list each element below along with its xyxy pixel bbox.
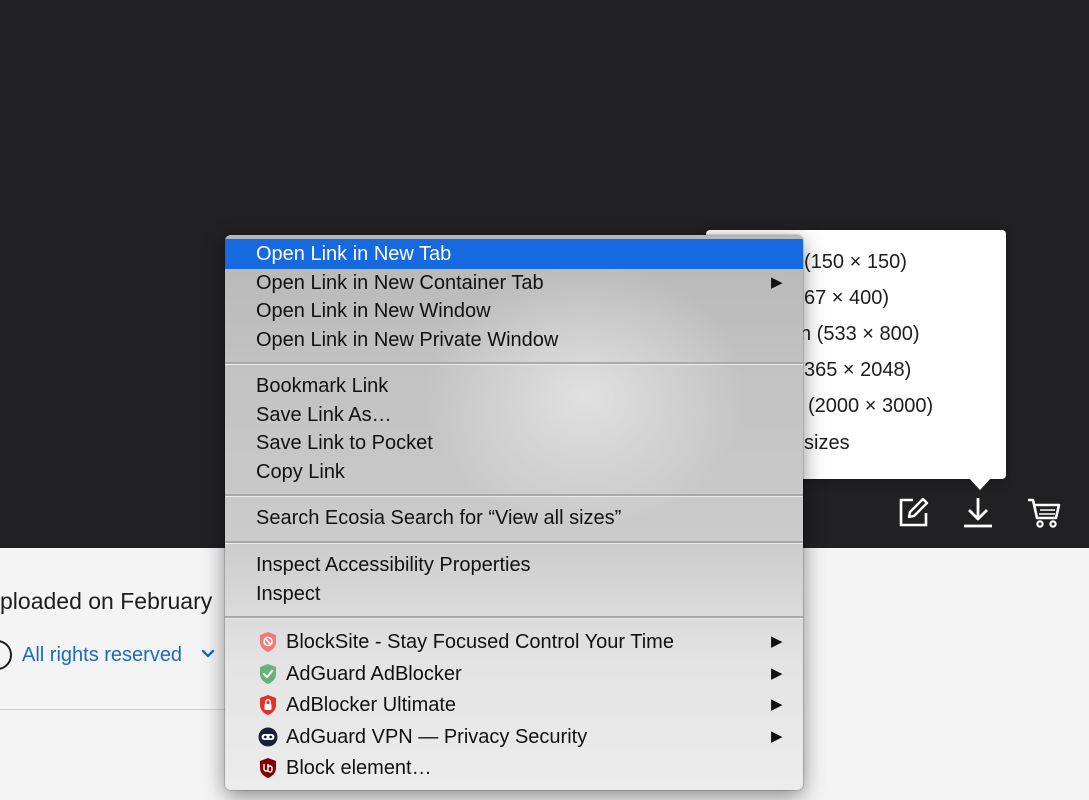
view-all-sizes-link[interactable]: sizes (804, 432, 850, 455)
menu-item-adguard-vpn[interactable]: AdGuard VPN — Privacy Security ▶ (225, 723, 803, 751)
menu-item-label: Open Link in New Window (256, 300, 491, 322)
submenu-arrow-icon: ▶ (771, 665, 783, 682)
size-option[interactable]: n (533 × 800) (800, 323, 920, 346)
menu-separator (225, 494, 803, 497)
divider (0, 709, 230, 710)
menu-item-open-container-tab[interactable]: Open Link in New Container Tab ▶ (225, 269, 803, 297)
menu-item-save-link-as[interactable]: Save Link As… (225, 401, 803, 429)
menu-item-label: BlockSite - Stay Focused Control Your Ti… (286, 631, 674, 653)
menu-item-label: Open Link in New Container Tab (256, 272, 544, 294)
submenu-arrow-icon: ▶ (771, 633, 783, 650)
menu-item-label: Open Link in New Private Window (256, 329, 559, 351)
menu-separator (225, 616, 803, 619)
menu-item-label: AdGuard AdBlocker (286, 663, 462, 685)
menu-item-label: AdGuard VPN — Privacy Security (286, 726, 588, 748)
menu-item-label: Copy Link (256, 461, 345, 483)
menu-item-open-new-tab[interactable]: Open Link in New Tab (225, 239, 803, 269)
menu-item-inspect[interactable]: Inspect (225, 580, 803, 608)
download-icon[interactable] (960, 494, 996, 530)
menu-separator (225, 362, 803, 365)
license-link[interactable]: All rights reserved (22, 644, 182, 667)
context-menu: Open Link in New Tab Open Link in New Co… (225, 235, 803, 790)
menu-item-label: Save Link to Pocket (256, 432, 433, 454)
adblocker-ultimate-icon (260, 695, 276, 715)
submenu-arrow-icon: ▶ (771, 696, 783, 713)
menu-item-label: Inspect (256, 583, 321, 605)
menu-item-label: Bookmark Link (256, 375, 389, 397)
size-option[interactable]: 365 × 2048) (804, 359, 911, 382)
edit-icon[interactable] (896, 494, 932, 530)
blocksite-icon (260, 632, 276, 652)
popup-pointer (968, 477, 992, 490)
size-option[interactable]: (2000 × 3000) (808, 395, 933, 418)
submenu-arrow-icon: ▶ (771, 274, 783, 291)
menu-item-label: Save Link As… (256, 404, 392, 426)
menu-item-adblocker-ultimate[interactable]: AdBlocker Ultimate ▶ (225, 691, 803, 719)
menu-item-label: Search Ecosia Search for “View all sizes… (256, 507, 622, 529)
menu-item-inspect-accessibility[interactable]: Inspect Accessibility Properties (225, 551, 803, 579)
menu-item-block-element[interactable]: Block element… (225, 754, 803, 782)
menu-item-copy-link[interactable]: Copy Link (225, 458, 803, 486)
menu-item-label: Open Link in New Tab (256, 243, 452, 265)
size-option[interactable]: 67 × 400) (804, 287, 889, 310)
menu-item-label: AdBlocker Ultimate (286, 694, 457, 716)
chevron-down-icon[interactable] (200, 646, 216, 662)
menu-item-label: Inspect Accessibility Properties (256, 554, 531, 576)
ublock-icon (260, 758, 276, 778)
adguard-shield-icon (260, 664, 276, 684)
cart-icon[interactable] (1026, 494, 1062, 530)
upload-date-text: ploaded on February (0, 588, 213, 614)
menu-item-save-to-pocket[interactable]: Save Link to Pocket (225, 429, 803, 457)
menu-separator (225, 541, 803, 544)
menu-item-label: Block element… (286, 757, 432, 779)
menu-item-open-private-window[interactable]: Open Link in New Private Window (225, 326, 803, 354)
adguard-vpn-icon (258, 727, 278, 747)
menu-item-search-ecosia[interactable]: Search Ecosia Search for “View all sizes… (225, 504, 803, 532)
submenu-arrow-icon: ▶ (771, 728, 783, 745)
size-option[interactable]: (150 × 150) (804, 251, 907, 274)
menu-item-open-new-window[interactable]: Open Link in New Window (225, 297, 803, 325)
menu-item-bookmark-link[interactable]: Bookmark Link (225, 372, 803, 400)
menu-item-blocksite[interactable]: BlockSite - Stay Focused Control Your Ti… (225, 628, 803, 656)
menu-item-adguard-adblocker[interactable]: AdGuard AdBlocker ▶ (225, 660, 803, 688)
